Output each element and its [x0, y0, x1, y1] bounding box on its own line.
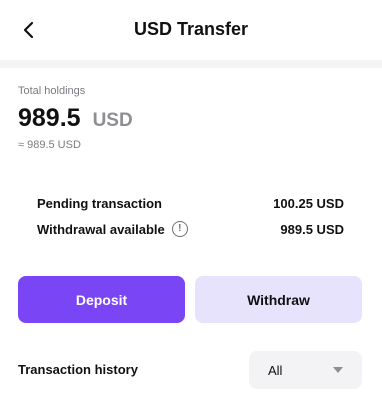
holdings-amount-currency: USD [92, 110, 133, 131]
header: USD Transfer [0, 0, 382, 60]
section-divider [0, 60, 382, 68]
page-title: USD Transfer [133, 19, 249, 39]
withdraw-button[interactable]: Withdraw [195, 276, 362, 323]
withdrawal-available-row: Withdrawal available ! 989.5 USD [37, 219, 344, 239]
transaction-filter-select[interactable]: All [249, 351, 362, 389]
deposit-button[interactable]: Deposit [18, 276, 185, 323]
transaction-filter-value: All [268, 362, 283, 378]
withdrawal-available-label: Withdrawal available [37, 221, 165, 237]
pending-transaction-label: Pending transaction [37, 195, 162, 211]
withdrawal-available-value: 989.5 USD [280, 221, 344, 237]
transaction-history-title: Transaction history [18, 362, 138, 377]
pending-transaction-row: Pending transaction 100.25 USD [37, 193, 344, 213]
holdings-amount: 989.5 USD [18, 104, 133, 133]
holdings-approx-value: ≈ 989.5 USD [18, 139, 81, 151]
holdings-label: Total holdings [18, 85, 86, 97]
withdrawal-available-label-wrap: Withdrawal available ! [37, 221, 188, 237]
caret-down-icon [333, 367, 343, 373]
pending-transaction-value: 100.25 USD [273, 195, 344, 211]
info-icon[interactable]: ! [171, 221, 188, 237]
holdings-amount-value: 989.5 [18, 104, 81, 132]
